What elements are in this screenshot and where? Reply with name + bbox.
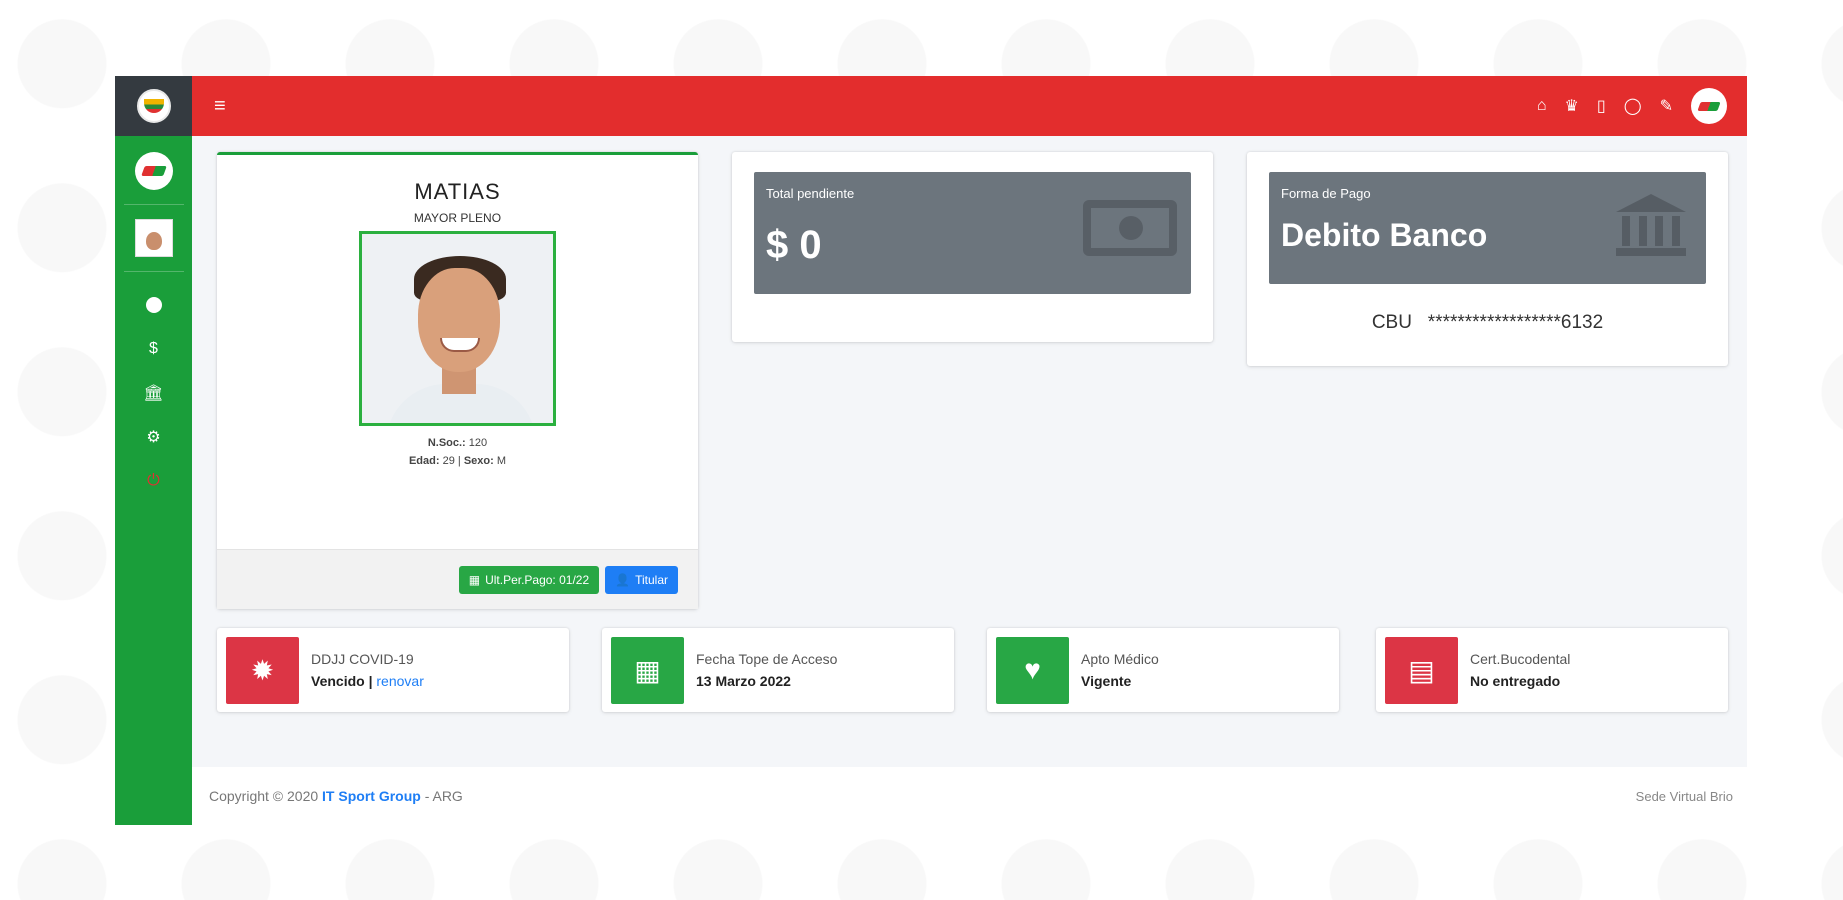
company-link[interactable]: IT Sport Group: [322, 788, 421, 804]
home-icon[interactable]: ⌂: [1537, 97, 1547, 115]
payment-method-box: Forma de Pago Debito Banco: [1269, 172, 1706, 284]
page-footer: Copyright © 2020 IT Sport Group - ARG Se…: [192, 767, 1747, 825]
sidebar-item-logout[interactable]: ⏻: [134, 470, 174, 492]
edad-label: Edad:: [408, 455, 440, 467]
status-label: DDJJ COVID-19: [311, 651, 414, 667]
status-card-medical: ♥ Apto Médico Vigente: [987, 628, 1339, 712]
dollar-icon: $: [149, 340, 158, 357]
hamburger-icon[interactable]: ≡: [214, 95, 226, 118]
pending-box: Total pendiente $ 0: [754, 172, 1191, 294]
teeth-icon: ▤: [1385, 636, 1458, 704]
chat-icon[interactable]: ✎: [1660, 96, 1673, 116]
sexo-value: M: [496, 455, 507, 467]
user-avatar[interactable]: [134, 219, 173, 257]
payment-method-card: Forma de Pago Debito Banco CBU *********…: [1247, 152, 1728, 366]
money-icon: [1083, 200, 1177, 256]
calendar-icon: ▦: [611, 636, 684, 704]
topbar: ≡ ⌂ ♛ ▯ ◯ ✎: [192, 76, 1747, 136]
sidebar-brand[interactable]: [115, 76, 192, 136]
sidebar-item-info[interactable]: [134, 294, 174, 316]
bank-icon: [1616, 194, 1686, 258]
renew-link[interactable]: renovar: [376, 673, 423, 689]
copyright-suffix: - ARG: [424, 788, 463, 804]
covid-status: Vencido: [311, 673, 365, 689]
profile-card: MATIAS MAYOR PLENO N.Soc.: 120 Edad: 29 …: [217, 152, 698, 609]
sidebar: $ 🏛 ⚙ ⏻: [115, 76, 192, 825]
pending-card: Total pendiente $ 0: [732, 152, 1213, 342]
status-value: Vigente: [1081, 673, 1132, 689]
main-area: ≡ ⌂ ♛ ▯ ◯ ✎ MATIAS MAYOR PLENO N.Soc.: 1…: [192, 76, 1747, 825]
bank-icon: 🏛: [143, 385, 164, 402]
profile-footer: ▦ Ult.Per.Pago: 01/22 👤 Titular: [217, 549, 698, 609]
sidebar-nav: $ 🏛 ⚙ ⏻: [134, 294, 174, 492]
member-name: MATIAS: [414, 179, 501, 204]
status-card-covid: ✹ DDJJ COVID-19 Vencido | renovar: [217, 628, 569, 712]
status-value: 13 Marzo 2022: [696, 673, 791, 689]
calendar-icon: ▦: [468, 572, 481, 587]
app-window: $ 🏛 ⚙ ⏻ ≡ ⌂ ♛ ▯ ◯ ✎ MATIAS MAYOR PLENO N…: [115, 76, 1747, 825]
power-icon: ⏻: [147, 472, 160, 489]
file-icon[interactable]: ▯: [1597, 96, 1606, 116]
status-value: No entregado: [1470, 673, 1561, 689]
sidebar-item-settings[interactable]: ⚙: [134, 426, 174, 448]
cogs-icon: ⚙: [146, 429, 161, 446]
copyright-text: Copyright © 2020: [209, 788, 319, 804]
club-logo: [134, 152, 173, 190]
dashboard-content: MATIAS MAYOR PLENO N.Soc.: 120 Edad: 29 …: [192, 136, 1747, 767]
titular-label: Titular: [635, 572, 668, 587]
sexo-label: Sexo:: [463, 455, 494, 467]
status-card-dental: ▤ Cert.Bucodental No entregado: [1376, 628, 1728, 712]
status-separator: |: [364, 673, 377, 689]
status-label: Apto Médico: [1081, 651, 1159, 667]
cbu-label: CBU: [1371, 312, 1412, 333]
last-payment-button[interactable]: ▦ Ult.Per.Pago: 01/22: [458, 565, 600, 594]
last-payment-label: Ult.Per.Pago: 01/22: [485, 572, 590, 587]
sidebar-divider: [123, 204, 184, 205]
cbu-line: CBU ******************6132: [1247, 312, 1728, 334]
status-label: Cert.Bucodental: [1470, 651, 1571, 667]
socio-label: N.Soc.:: [427, 437, 466, 449]
sidebar-divider: [123, 271, 184, 272]
topbar-avatar[interactable]: [1691, 88, 1727, 124]
copyright: Copyright © 2020 IT Sport Group - ARG: [209, 788, 463, 804]
titular-button[interactable]: 👤 Titular: [605, 565, 678, 594]
pending-label: Total pendiente: [766, 186, 855, 201]
virus-icon: ✹: [226, 636, 299, 704]
edad-value: 29: [442, 455, 455, 467]
sidebar-item-bank[interactable]: 🏛: [134, 382, 174, 404]
crown-icon[interactable]: ♛: [1565, 96, 1579, 116]
status-card-access: ▦ Fecha Tope de Acceso 13 Marzo 2022: [602, 628, 954, 712]
status-label: Fecha Tope de Acceso: [696, 651, 838, 667]
member-category: MAYOR PLENO: [413, 211, 502, 225]
heartbeat-icon: ♥: [996, 636, 1069, 704]
status-value: Vencido | renovar: [311, 673, 424, 689]
member-photo: [359, 231, 556, 426]
info-icon: [145, 297, 162, 313]
cbu-value: ******************6132: [1427, 312, 1604, 333]
footer-right: Sede Virtual Brio: [1635, 788, 1733, 804]
member-meta: N.Soc.: 120 Edad: 29 | Sexo: M: [408, 437, 507, 467]
topbar-icons: ⌂ ♛ ▯ ◯ ✎: [1537, 88, 1727, 124]
brand-logo: [136, 89, 171, 123]
whatsapp-icon[interactable]: ◯: [1624, 96, 1642, 116]
sidebar-item-payments[interactable]: $: [134, 338, 174, 360]
socio-value: 120: [468, 437, 488, 449]
user-icon: 👤: [615, 572, 631, 587]
